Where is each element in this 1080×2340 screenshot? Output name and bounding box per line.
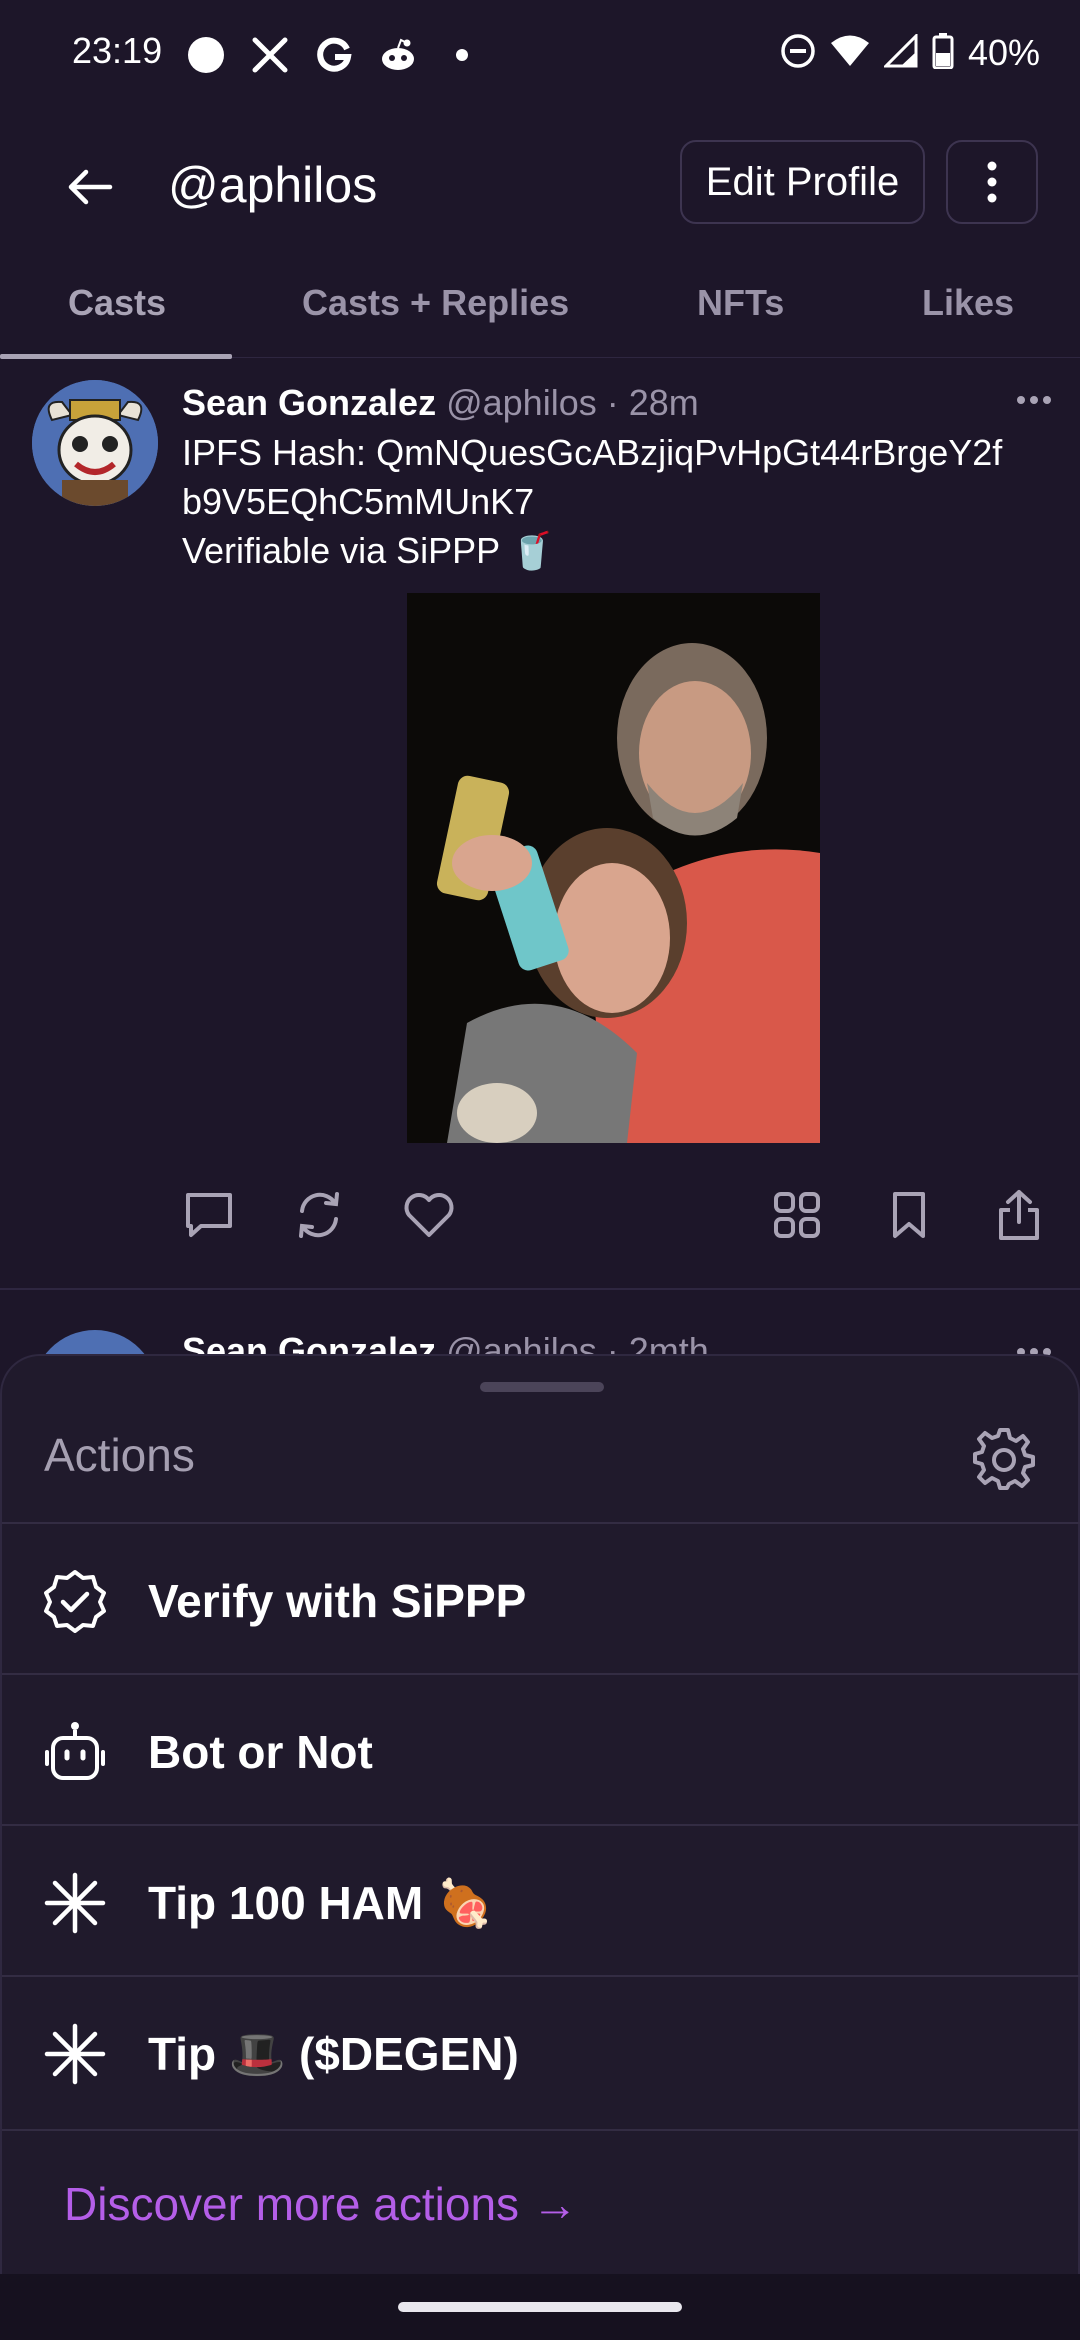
- active-tab-indicator: [0, 354, 232, 359]
- reply-button[interactable]: [174, 1180, 244, 1250]
- avatar[interactable]: [32, 380, 158, 506]
- page-title: @aphilos: [168, 157, 378, 213]
- notification-icons: [186, 30, 482, 80]
- dnd-icon: [780, 33, 816, 74]
- system-nav-bar: [0, 2274, 1080, 2340]
- cast-text-line: b9V5EQhC5mMUnK7: [182, 481, 535, 522]
- profile-header: @aphilos Edit Profile: [0, 130, 1080, 240]
- actions-sheet: Actions Verify with SiPPP Bot or Not Tip…: [0, 1354, 1080, 2274]
- asterisk-icon: [40, 2019, 110, 2089]
- status-time: 23:19: [72, 30, 163, 71]
- battery-percent: 40%: [967, 32, 1040, 73]
- apps-icon: [774, 1192, 820, 1238]
- action-verify-sippp[interactable]: Verify with SiPPP: [2, 1522, 1080, 1673]
- bookmark-icon: [893, 1192, 925, 1238]
- tab-nfts[interactable]: NFTs: [697, 282, 784, 324]
- cast-text-line: IPFS Hash: QmNQuesGcABzjiqPvHpGt44rBrgeY…: [182, 432, 1003, 473]
- sheet-title: Actions: [44, 1429, 195, 1481]
- dot-icon: [442, 35, 482, 75]
- cast-item[interactable]: Sean Gonzalez @aphilos · 28m IPFS Hash: …: [0, 360, 1080, 1290]
- verified-badge-icon: [40, 1566, 110, 1636]
- discover-row: Discover more actions →: [2, 2129, 1080, 2276]
- google-icon: [314, 35, 354, 75]
- more-options-button[interactable]: [946, 140, 1038, 224]
- cast-text: IPFS Hash: QmNQuesGcABzjiqPvHpGt44rBrgeY…: [182, 428, 1062, 575]
- bookmark-button[interactable]: [874, 1180, 944, 1250]
- home-gesture-handle[interactable]: [398, 2302, 682, 2312]
- horizontal-dots-icon: [1017, 396, 1051, 404]
- edit-profile-button[interactable]: Edit Profile: [680, 140, 925, 224]
- cast-meta: Sean Gonzalez @aphilos · 28m: [182, 382, 699, 424]
- vertical-dots-icon: [987, 161, 997, 203]
- like-icon: [404, 1193, 454, 1237]
- profile-screen: 23:19 40% @aphilos Edit Profile Casts Ca…: [0, 0, 1080, 2340]
- reddit-icon: [378, 35, 418, 75]
- wifi-icon: [830, 34, 870, 73]
- discover-more-actions-link[interactable]: Discover more actions →: [64, 2177, 578, 2231]
- cast-actions: [0, 1180, 1080, 1260]
- back-button[interactable]: [50, 152, 130, 222]
- profile-tabs: Casts Casts + Replies NFTs Likes: [0, 264, 1080, 359]
- next-cast-item[interactable]: Sean Gonzalez @aphilos · 2mth: [0, 1300, 1080, 1360]
- tab-casts[interactable]: Casts: [68, 282, 166, 324]
- action-label: Bot or Not: [148, 1726, 373, 1778]
- recast-button[interactable]: [284, 1180, 354, 1250]
- action-label: Verify with SiPPP: [148, 1575, 527, 1627]
- circle-icon: [186, 35, 226, 75]
- share-button[interactable]: [984, 1180, 1054, 1250]
- comment-icon: [186, 1193, 232, 1237]
- cast-options-button[interactable]: [1004, 380, 1064, 420]
- recast-icon: [299, 1192, 339, 1238]
- action-tip-ham[interactable]: Tip 100 HAM 🍖: [2, 1824, 1080, 1975]
- robot-icon: [40, 1717, 110, 1787]
- avatar-icon: [32, 380, 158, 506]
- action-label: Tip 🎩 ($DEGEN): [148, 2028, 519, 2080]
- photo-illustration: [407, 593, 820, 1143]
- action-bot-or-not[interactable]: Bot or Not: [2, 1673, 1080, 1824]
- cast-text-line: Verifiable via SiPPP 🥤: [182, 530, 555, 571]
- system-icons: 40%: [780, 28, 1040, 78]
- cast-author[interactable]: Sean Gonzalez: [182, 382, 436, 423]
- action-label: Tip 100 HAM 🍖: [148, 1877, 494, 1929]
- cast-handle-time: @aphilos · 28m: [446, 382, 699, 423]
- apps-button[interactable]: [762, 1180, 832, 1250]
- actions-settings-button[interactable]: [968, 1422, 1040, 1494]
- status-bar: 23:19 40%: [0, 0, 1080, 110]
- x-icon: [250, 35, 290, 75]
- tab-likes[interactable]: Likes: [922, 282, 1014, 324]
- sheet-drag-handle[interactable]: [480, 1382, 604, 1392]
- asterisk-icon: [40, 1868, 110, 1938]
- tab-casts-replies[interactable]: Casts + Replies: [302, 282, 569, 324]
- action-tip-degen[interactable]: Tip 🎩 ($DEGEN): [2, 1975, 1080, 2126]
- back-arrow-icon: [68, 169, 113, 205]
- signal-icon: [882, 31, 918, 73]
- share-icon: [999, 1190, 1039, 1240]
- gear-icon: [973, 1428, 1035, 1490]
- cast-image[interactable]: [407, 593, 820, 1143]
- like-button[interactable]: [394, 1180, 464, 1250]
- battery-icon: [932, 32, 954, 74]
